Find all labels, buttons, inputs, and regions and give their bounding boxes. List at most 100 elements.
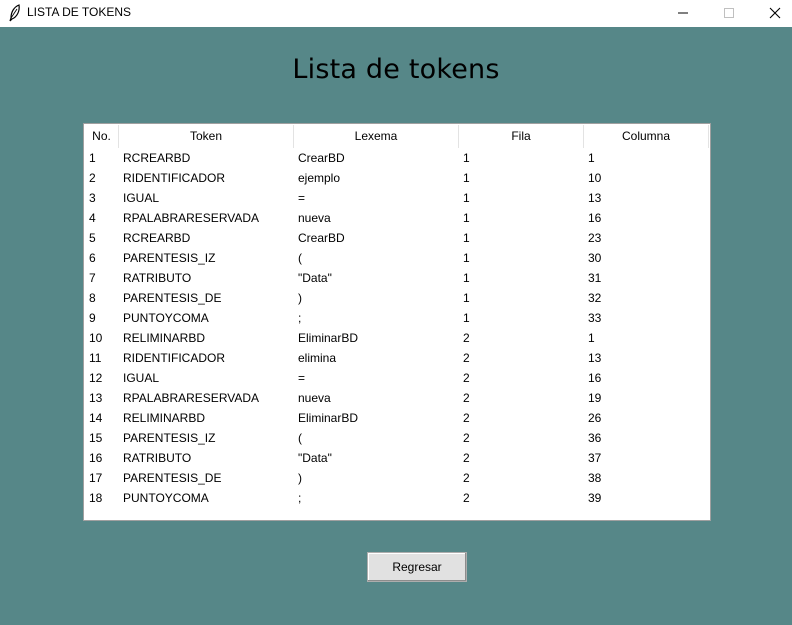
cell-columna: 37 [588,451,602,465]
cell-lexema: EliminarBD [298,411,359,425]
cell-lexema: ejemplo [298,171,341,185]
back-button[interactable]: Regresar [367,552,467,582]
cell-columna: 16 [588,211,602,225]
cell-token: PARENTESIS_IZ [123,251,216,265]
cell-columna: 13 [588,191,602,205]
maximize-button[interactable] [706,0,752,27]
table-row[interactable]: 10 RELIMINARBD EliminarBD 2 1 [85,328,711,348]
table-row[interactable]: 4 RPALABRARESERVADA nueva 1 16 [85,208,711,228]
back-button-label: Regresar [392,560,442,574]
column-header-no[interactable]: No. [85,125,119,148]
cell-fila: 2 [463,471,470,485]
cell-lexema: nueva [298,391,331,405]
cell-no: 17 [89,471,103,485]
table-row[interactable]: 6 PARENTESIS_IZ (1 30 [85,248,711,268]
table-row[interactable]: 2 RIDENTIFICADOR ejemplo 1 10 [85,168,711,188]
cell-no: 13 [89,391,103,405]
cell-lexema: CrearBD [298,151,345,165]
cell-lexema: ( [298,251,302,265]
cell-lexema: ) [298,291,302,305]
table-row[interactable]: 17 PARENTESIS_DE) 2 38 [85,468,711,488]
column-header-columna[interactable]: Columna [584,125,709,148]
cell-no: 2 [89,171,96,185]
cell-token: RCREARBD [123,151,191,165]
cell-fila: 2 [463,431,470,445]
minimize-icon [677,4,689,23]
cell-fila: 2 [463,411,470,425]
cell-no: 15 [89,431,103,445]
cell-lexema: ; [298,491,302,505]
cell-token: RATRIBUTO [123,451,192,465]
cell-no: 1 [89,151,96,165]
minimize-button[interactable] [660,0,706,27]
cell-no: 4 [89,211,96,225]
table-row[interactable]: 8 PARENTESIS_DE) 1 32 [85,288,711,308]
cell-fila: 1 [463,311,470,325]
page-title: Lista de tokens [292,54,500,85]
tokens-table[interactable]: No. Token Lexema Fila Columna 1 RCREARBD C… [83,123,711,521]
cell-lexema: EliminarBD [298,331,359,345]
cell-no: 6 [89,251,96,265]
cell-no: 10 [89,331,103,345]
maximize-icon [723,4,735,23]
cell-no: 3 [89,191,96,205]
close-button[interactable] [752,0,792,27]
table-row[interactable]: 16 RATRIBUTO "Data" 2 37 [85,448,711,468]
cell-fila: 2 [463,391,470,405]
cell-columna: 33 [588,311,602,325]
cell-lexema: "Data" [298,271,332,285]
cell-fila: 1 [463,171,470,185]
cell-columna: 32 [588,291,602,305]
table-body: 1 RCREARBD CrearBD 1 1 2 RIDENTIFICADOR ejemplo… [85,148,711,508]
cell-fila: 2 [463,491,470,505]
cell-columna: 19 [588,391,602,405]
table-row[interactable]: 13 RPALABRARESERVADA nueva 2 19 [85,388,711,408]
table-row[interactable]: 15 PARENTESIS_IZ (2 36 [85,428,711,448]
cell-no: 7 [89,271,96,285]
cell-token: PUNTOYCOMA [123,491,209,505]
cell-columna: 1 [588,331,595,345]
table-row[interactable]: 14 RELIMINARBD EliminarBD 2 26 [85,408,711,428]
cell-token: RATRIBUTO [123,271,192,285]
table-row[interactable]: 1 RCREARBD CrearBD 1 1 [85,148,711,168]
cell-token: RELIMINARBD [123,411,206,425]
cell-fila: 1 [463,271,470,285]
cell-columna: 26 [588,411,602,425]
window-title: LISTA DE TOKENS [27,5,132,19]
cell-no: 14 [89,411,103,425]
cell-lexema: elimina [298,351,337,365]
cell-token: RELIMINARBD [123,331,206,345]
table-row[interactable]: 18 PUNTOYCOMA; 2 39 [85,488,711,508]
column-header-token[interactable]: Token [119,125,294,148]
column-header-fila[interactable]: Fila [459,125,584,148]
cell-lexema: nueva [298,211,331,225]
cell-token: IGUAL [123,191,160,205]
table-row[interactable]: 11 RIDENTIFICADOR elimina 2 13 [85,348,711,368]
cell-no: 12 [89,371,103,385]
cell-fila: 2 [463,451,470,465]
cell-no: 11 [89,351,102,365]
cell-no: 8 [89,291,96,305]
cell-fila: 2 [463,371,470,385]
cell-fila: 2 [463,331,470,345]
table-row[interactable]: 3 IGUAL = 1 13 [85,188,711,208]
table-row[interactable]: 7 RATRIBUTO "Data" 1 31 [85,268,711,288]
cell-columna: 23 [588,231,602,245]
cell-columna: 13 [588,351,602,365]
column-header-lexema[interactable]: Lexema [294,125,459,148]
cell-lexema: "Data" [298,451,332,465]
cell-fila: 1 [463,191,470,205]
cell-no: 5 [89,231,96,245]
cell-columna: 36 [588,431,602,445]
cell-no: 9 [89,311,96,325]
cell-lexema: CrearBD [298,231,345,245]
cell-token: RCREARBD [123,231,191,245]
table-row[interactable]: 9 PUNTOYCOMA; 1 33 [85,308,711,328]
cell-fila: 2 [463,351,470,365]
cell-no: 16 [89,451,103,465]
table-row[interactable]: 5 RCREARBD CrearBD 1 23 [85,228,711,248]
cell-token: RIDENTIFICADOR [123,351,225,365]
cell-lexema: ; [298,311,302,325]
cell-token: PUNTOYCOMA [123,311,209,325]
table-row[interactable]: 12 IGUAL = 2 16 [85,368,711,388]
